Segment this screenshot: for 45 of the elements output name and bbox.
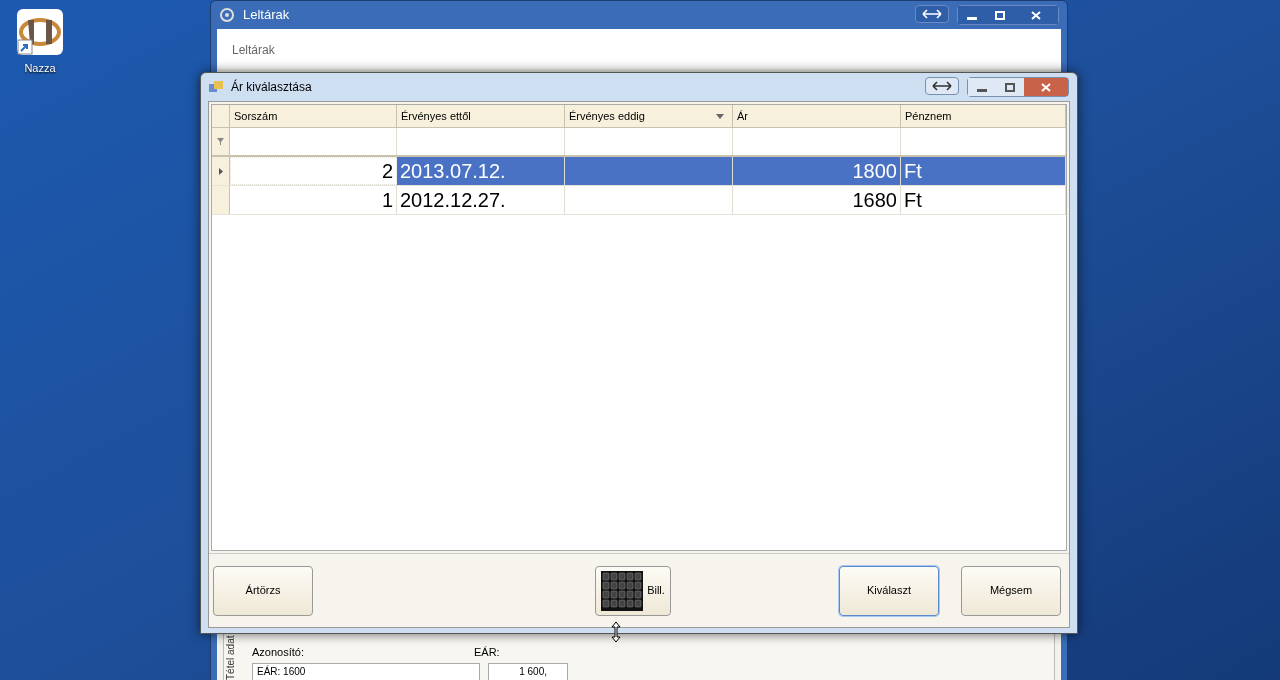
table-cell: Ft [901, 157, 1066, 185]
maximize-icon[interactable] [996, 78, 1024, 96]
table-cell: 2 [230, 157, 397, 185]
resize-icon[interactable] [925, 77, 959, 95]
row-header-cell[interactable] [212, 157, 230, 185]
grid-row[interactable]: 2 2013.07.12. 1800 Ft [212, 157, 1066, 186]
price-field[interactable]: 1 600, [488, 662, 568, 680]
window-app-icon [209, 80, 223, 94]
grid-row[interactable]: 1 2012.12.27. 1680 Ft [212, 186, 1066, 215]
field-label: Azonosító: [252, 645, 304, 660]
panel-title: Leltárak [232, 43, 275, 57]
dropdown-caret-icon[interactable] [716, 113, 724, 119]
table-cell: 1680 [733, 186, 901, 214]
table-cell: 1800 [733, 157, 901, 185]
column-header[interactable]: Ár [733, 105, 901, 127]
column-header[interactable]: Érvényes ettől [397, 105, 565, 127]
action-button[interactable]: Bill. [595, 565, 671, 616]
action-button[interactable]: Ártörzs [213, 565, 313, 616]
row-pointer-icon [218, 167, 223, 175]
id-field[interactable]: EÁR: 1600 [252, 662, 480, 680]
table-cell: 2012.12.27. [397, 186, 565, 214]
table-cell: Ft [901, 186, 1066, 214]
column-header[interactable]: Sorszám [230, 105, 397, 127]
minimize-icon[interactable] [958, 6, 986, 24]
app-icon [219, 7, 235, 23]
column-header[interactable]: Érvényes eddig [565, 105, 733, 127]
keyboard-icon [601, 570, 644, 611]
row-header-cell[interactable] [212, 186, 230, 214]
resize-icon[interactable] [915, 5, 949, 23]
app-shortcut-icon[interactable] [16, 8, 64, 56]
group-label: Tétel adat [224, 634, 237, 680]
icon-label: Nazza [24, 61, 56, 76]
close-icon[interactable] [1014, 6, 1058, 24]
action-button[interactable]: Mégsem [961, 565, 1061, 616]
minimize-icon[interactable] [968, 78, 996, 96]
filter-icon[interactable] [217, 138, 224, 145]
table-cell: 1 [230, 186, 397, 214]
resize-cursor-icon [611, 621, 621, 643]
action-button[interactable]: Kiválaszt [839, 565, 939, 616]
dialog-title: Ár kiválasztása [231, 78, 313, 96]
field-label: EÁR: [474, 645, 500, 660]
table-cell: 2013.07.12. [397, 157, 565, 185]
window-title: Leltárak [243, 6, 291, 25]
column-header[interactable]: Pénznem [901, 105, 1066, 127]
close-icon[interactable] [1024, 78, 1068, 96]
